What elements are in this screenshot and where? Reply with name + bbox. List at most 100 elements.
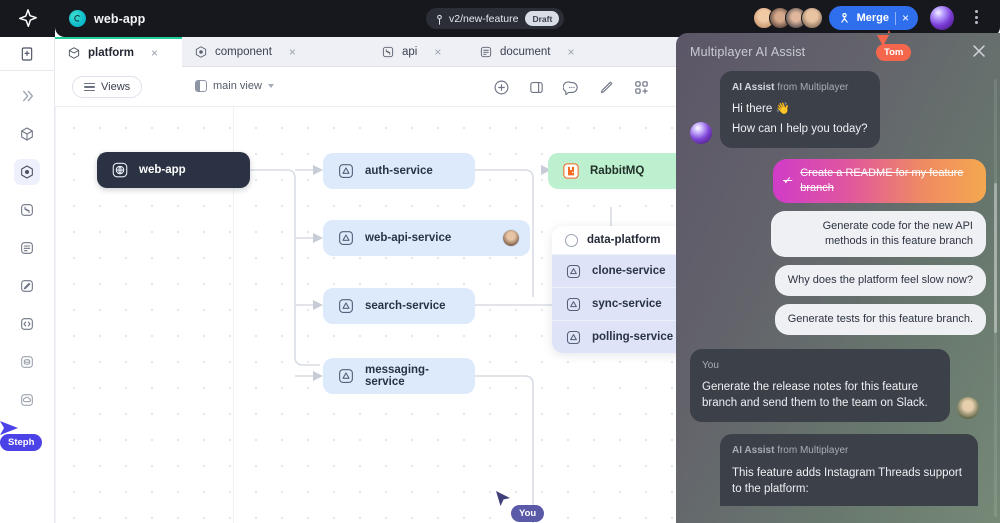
tab-document[interactable]: document × bbox=[467, 37, 627, 67]
scrollbar-thumb[interactable] bbox=[994, 183, 997, 333]
node-label: RabbitMQ bbox=[590, 165, 645, 177]
project-name: web-app bbox=[94, 11, 146, 26]
presence-cursor-you: You bbox=[495, 490, 551, 522]
suggestion-platform-slow[interactable]: Why does the platform feel slow now? bbox=[774, 265, 986, 296]
message-author: AI Assist from Multiplayer bbox=[732, 445, 849, 456]
grid-plus-icon[interactable] bbox=[633, 79, 650, 96]
hexagon-dot-icon bbox=[194, 45, 208, 59]
message-bubble: AI Assist from Multiplayer Hi there 👋 Ho… bbox=[720, 71, 880, 148]
node-web-api-service[interactable]: web-api-service bbox=[323, 220, 530, 256]
star-logo-icon bbox=[17, 8, 39, 30]
service-triangle-icon bbox=[337, 367, 355, 385]
presence-label: Steph bbox=[0, 434, 43, 451]
sidebar-item-code[interactable] bbox=[14, 311, 40, 337]
merge-divider bbox=[894, 11, 896, 25]
check-icon: ✓ bbox=[783, 174, 793, 187]
view-selector[interactable]: main view bbox=[195, 80, 274, 92]
branch-chip[interactable]: v2/new-feature Draft bbox=[426, 8, 565, 29]
message-line: How can I help you today? bbox=[732, 123, 868, 135]
suggestion-create-readme[interactable]: ✓ Create a README for my feature branch bbox=[773, 159, 986, 203]
node-label: search-service bbox=[365, 300, 446, 312]
ai-orb-icon[interactable] bbox=[930, 6, 954, 30]
service-triangle-icon bbox=[565, 329, 582, 346]
service-triangle-icon bbox=[337, 162, 355, 180]
message-line: Generate the release notes for this feat… bbox=[702, 381, 928, 409]
panel-toggle-icon[interactable] bbox=[528, 79, 545, 96]
ai-assist-panel: Multiplayer AI Assist Tom AI Assist from… bbox=[676, 33, 1000, 523]
close-icon[interactable] bbox=[972, 44, 986, 58]
tab-api[interactable]: api × bbox=[369, 37, 467, 67]
suggestion-label: Create a README for my feature branch bbox=[800, 167, 964, 194]
node-label: messaging-service bbox=[365, 364, 429, 388]
service-triangle-icon bbox=[565, 263, 582, 280]
message-bubble: You Generate the release notes for this … bbox=[690, 349, 950, 422]
tab-label: platform bbox=[88, 47, 134, 59]
merge-branch-icon bbox=[838, 12, 851, 25]
tab-platform[interactable]: platform × bbox=[55, 37, 182, 67]
sidebar-item-platform[interactable] bbox=[14, 121, 40, 147]
toolbar-actions bbox=[493, 79, 650, 96]
presence-cursor-steph: Steph bbox=[0, 420, 58, 454]
tab-close-icon[interactable]: × bbox=[289, 46, 296, 58]
cube-icon bbox=[67, 46, 81, 60]
presence-label: You bbox=[511, 505, 545, 522]
merge-button[interactable]: Merge × bbox=[828, 6, 918, 30]
chevron-down-icon bbox=[267, 84, 274, 88]
tab-label: api bbox=[402, 46, 418, 58]
pencil-icon[interactable] bbox=[598, 79, 615, 96]
group-title: data-platform bbox=[587, 234, 661, 246]
project-globe-icon bbox=[69, 10, 86, 27]
node-messaging-service[interactable]: messaging-service bbox=[323, 358, 475, 394]
ai-avatar-icon bbox=[690, 122, 712, 144]
avatar[interactable] bbox=[801, 7, 823, 29]
suggestion-label: Generate code for the new API methods in… bbox=[822, 220, 973, 247]
assistant-message: AI Assist from Multiplayer Hi there 👋 Ho… bbox=[690, 71, 986, 148]
node-auth-service[interactable]: auth-service bbox=[323, 153, 475, 189]
suggestion-generate-tests[interactable]: Generate tests for this feature branch. bbox=[774, 304, 986, 335]
views-button[interactable]: Views bbox=[72, 76, 143, 98]
node-label: web-app bbox=[139, 164, 186, 176]
chevrons-right-icon[interactable] bbox=[14, 83, 40, 109]
suggestion-generate-code[interactable]: Generate code for the new API methods in… bbox=[771, 211, 986, 257]
service-triangle-icon bbox=[337, 297, 355, 315]
sidebar-item-design[interactable] bbox=[14, 273, 40, 299]
sidebar-item-document[interactable] bbox=[14, 235, 40, 261]
tab-close-icon[interactable]: × bbox=[434, 46, 441, 58]
view-name: main view bbox=[213, 80, 262, 92]
project-chip[interactable]: web-app bbox=[69, 10, 145, 27]
service-triangle-icon bbox=[337, 229, 355, 247]
circle-outline-icon bbox=[565, 233, 578, 247]
node-search-service[interactable]: search-service bbox=[323, 288, 475, 324]
rabbitmq-icon bbox=[562, 162, 580, 180]
ai-message-list[interactable]: AI Assist from Multiplayer Hi there 👋 Ho… bbox=[676, 71, 1000, 523]
plus-circle-icon[interactable] bbox=[493, 79, 510, 96]
tab-label: document bbox=[500, 46, 551, 58]
api-node-icon bbox=[381, 45, 395, 59]
merge-label: Merge bbox=[856, 12, 889, 24]
ai-panel-title: Multiplayer AI Assist bbox=[690, 45, 806, 59]
message-author: AI Assist from Multiplayer bbox=[732, 82, 849, 93]
suggestion-list: ✓ Create a README for my feature branch … bbox=[690, 159, 986, 335]
rail-document-button[interactable] bbox=[0, 37, 54, 71]
app-logo[interactable] bbox=[0, 0, 55, 37]
service-triangle-icon bbox=[565, 296, 582, 313]
tab-label: component bbox=[215, 46, 272, 58]
more-options-icon[interactable] bbox=[974, 10, 978, 24]
tab-close-icon[interactable]: × bbox=[151, 47, 158, 59]
rail-icon-list bbox=[0, 71, 54, 413]
sidebar-item-api[interactable] bbox=[14, 197, 40, 223]
comment-icon[interactable] bbox=[563, 79, 580, 96]
sidebar-item-cloud[interactable] bbox=[14, 387, 40, 413]
collaborator-avatars bbox=[753, 7, 823, 29]
merge-dismiss-icon[interactable]: × bbox=[902, 12, 909, 24]
branch-icon bbox=[435, 13, 444, 25]
message-line: This feature adds Instagram Threads supp… bbox=[732, 467, 962, 495]
avatar bbox=[502, 229, 520, 247]
node-label: auth-service bbox=[365, 165, 433, 177]
tab-component[interactable]: component × bbox=[182, 37, 369, 67]
sidebar-item-component[interactable] bbox=[14, 159, 40, 185]
sidebar-item-cost[interactable] bbox=[14, 349, 40, 375]
node-web-app[interactable]: web-app bbox=[97, 152, 250, 188]
tab-close-icon[interactable]: × bbox=[568, 46, 575, 58]
cursor-arrow-icon bbox=[496, 491, 510, 506]
